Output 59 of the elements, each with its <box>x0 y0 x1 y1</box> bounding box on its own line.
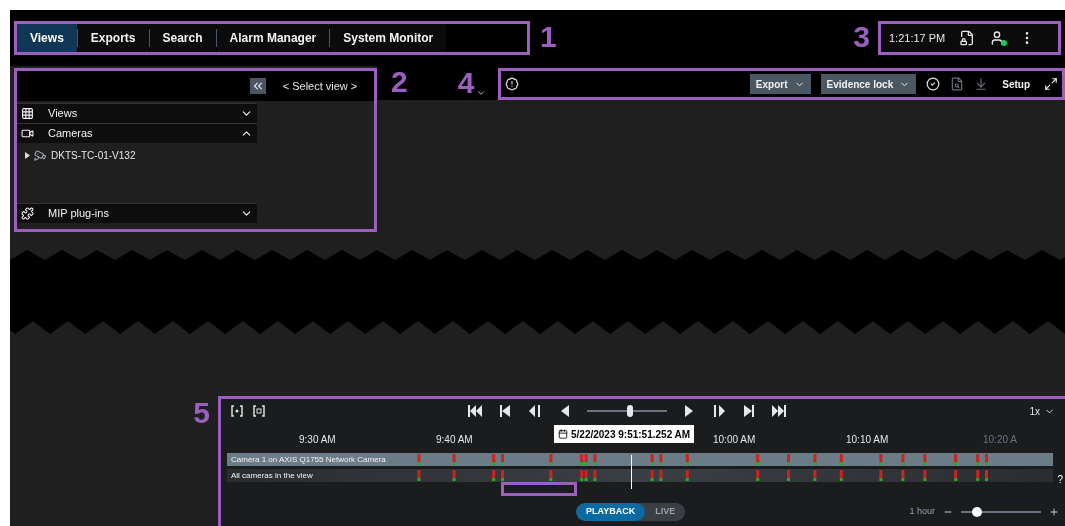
setup-button[interactable]: Setup <box>998 76 1034 92</box>
mode-toggle[interactable]: PLAYBACK <box>576 503 646 521</box>
select-view-button[interactable]: < Select view > <box>276 77 364 95</box>
speed-dropdown[interactable]: 1x <box>1029 403 1055 419</box>
download-icon[interactable] <box>974 77 989 91</box>
puzzle-icon <box>21 207 34 220</box>
grid-icon <box>21 107 34 120</box>
calendar-icon <box>558 429 568 439</box>
section-header[interactable]: Views <box>17 103 257 123</box>
section-header[interactable]: MIP plug-ins <box>17 203 257 223</box>
tab[interactable]: Exports <box>77 24 149 52</box>
playhead-line <box>631 455 632 489</box>
collapse-pane-button[interactable] <box>250 78 266 94</box>
badge-icon[interactable] <box>505 77 520 91</box>
time-span-label: 1 hour <box>909 505 935 519</box>
annotation-number: 3 <box>853 20 870 53</box>
dropdown-button[interactable]: Export <box>749 74 811 94</box>
expand-arrow-icon[interactable] <box>25 151 30 159</box>
timeline-track[interactable]: All cameras in the view <box>227 469 1053 482</box>
zoom-in-icon[interactable] <box>1049 507 1059 517</box>
zoom-slider[interactable] <box>961 507 1041 517</box>
timeline-track[interactable]: Camera 1 on AXIS Q1755 Network Camera <box>227 453 1053 466</box>
bracket-start-icon[interactable] <box>231 405 243 417</box>
time-tick-label: 10:10 AM <box>846 433 889 447</box>
double-chevron-left-icon <box>251 79 265 93</box>
document-search-icon[interactable] <box>950 77 965 91</box>
section-header[interactable]: Cameras <box>17 123 257 143</box>
document-lock-icon[interactable] <box>959 30 976 46</box>
camera-server-icon <box>34 148 47 162</box>
slider-thumb[interactable] <box>626 405 633 417</box>
annotation-number: 2 <box>391 65 408 98</box>
current-time-label: 5/22/2023 9:51:51.252 AM <box>554 425 695 443</box>
user-status-icon[interactable] <box>989 30 1006 46</box>
time-tick-label: 9:30 AM <box>299 433 336 447</box>
tab[interactable]: System Monitor <box>330 24 447 52</box>
check-circle-icon[interactable] <box>926 77 941 91</box>
tab[interactable]: Alarm Manager <box>216 24 330 52</box>
mode-toggle[interactable]: LIVE <box>645 503 686 521</box>
slider-thumb[interactable] <box>972 507 982 517</box>
caret-icon[interactable] <box>476 88 487 98</box>
next-frame-icon[interactable] <box>711 404 728 418</box>
annotation-number: 4 <box>457 68 475 98</box>
help-icon[interactable]: ? <box>1057 472 1063 487</box>
tab[interactable]: Search <box>149 24 216 52</box>
annotation-number: 5 <box>193 398 210 428</box>
clock-time: 1:21:17 PM <box>889 30 946 46</box>
time-tick-label: 10:00 AM <box>713 433 756 447</box>
skip-to-start-icon[interactable] <box>467 404 484 418</box>
time-tick-label: 9:40 AM <box>436 433 473 447</box>
speed-slider[interactable] <box>587 405 668 417</box>
tab[interactable]: Views <box>17 24 77 52</box>
dropdown-button[interactable]: Evidence lock <box>820 74 917 94</box>
tree-item[interactable]: DKTS-TC-01-V132 <box>51 147 136 163</box>
annotation-number: 1 <box>540 20 557 53</box>
bracket-end-icon[interactable] <box>253 405 265 417</box>
video-camera-icon <box>21 127 34 140</box>
maximize-icon[interactable] <box>1044 77 1058 91</box>
time-tick-label: 10:20 A <box>983 433 1017 447</box>
skip-to-end-icon[interactable] <box>771 404 788 418</box>
